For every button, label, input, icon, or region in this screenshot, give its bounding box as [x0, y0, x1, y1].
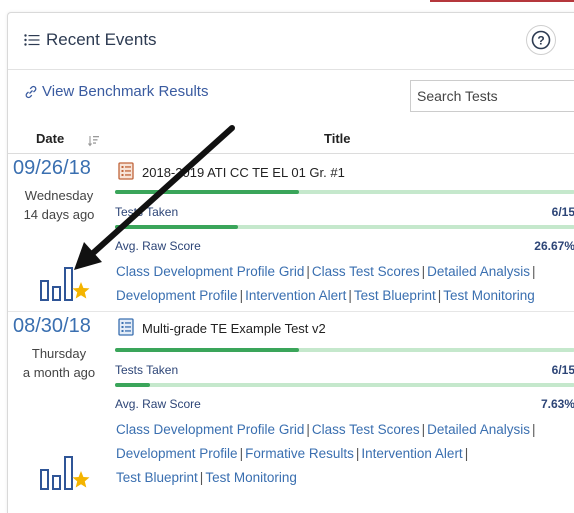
event-weekday: Wednesday: [24, 188, 94, 203]
tests-taken-bar-fill: [115, 348, 299, 352]
tests-taken-value: 6/15: [551, 363, 574, 377]
event-relative-time: 14 days ago: [23, 207, 95, 222]
tests-taken-value: 6/15: [551, 205, 574, 219]
benchmark-star-icon[interactable]: [40, 454, 92, 497]
recent-events-panel: Recent Events ? View Benchmark Results D…: [7, 12, 574, 513]
report-link[interactable]: Development Profile: [116, 288, 238, 303]
report-link[interactable]: Test Monitoring: [443, 288, 535, 303]
report-link[interactable]: Intervention Alert: [361, 446, 462, 461]
report-links: Class Development Profile Grid | Class Tes…: [116, 264, 536, 303]
question-icon: ?: [531, 30, 551, 50]
tests-taken-label: Tests Taken: [115, 363, 179, 377]
avg-score-bar-fill: [115, 225, 238, 229]
link-icon: [25, 85, 37, 98]
report-links: Class Development Profile Grid | Class Tes…: [116, 422, 536, 485]
event-date: 09/26/18: [13, 157, 91, 179]
report-link[interactable]: Test Monitoring: [205, 470, 297, 485]
top-accent-line: [430, 0, 574, 2]
avg-score-bar: [115, 383, 574, 387]
report-link[interactable]: Detailed Analysis: [427, 264, 530, 279]
report-link[interactable]: Class Development Profile Grid: [116, 264, 304, 279]
test-document-icon: [118, 162, 134, 183]
report-link[interactable]: Detailed Analysis: [427, 422, 530, 437]
avg-score-bar: [115, 225, 574, 229]
benchmark-star-icon[interactable]: [40, 265, 92, 308]
tests-taken-bar-fill: [115, 190, 299, 194]
row-divider: [8, 311, 574, 312]
test-title-text: 2018-2019 ATI CC TE EL 01 Gr. #1: [142, 165, 345, 180]
sort-descending-icon[interactable]: [88, 134, 100, 152]
svg-text:?: ?: [537, 34, 544, 48]
view-benchmark-label: View Benchmark Results: [42, 83, 209, 100]
report-link[interactable]: Formative Results: [245, 446, 354, 461]
header-row-divider: [8, 153, 574, 154]
report-link[interactable]: Test Blueprint: [354, 288, 436, 303]
test-title[interactable]: 2018-2019 ATI CC TE EL 01 Gr. #1: [118, 162, 345, 183]
test-document-icon: [118, 318, 134, 339]
test-title[interactable]: Multi-grade TE Example Test v2: [118, 318, 326, 339]
report-link[interactable]: Intervention Alert: [245, 288, 346, 303]
panel-header: Recent Events: [24, 30, 157, 50]
event-weekday: Thursday: [31, 346, 87, 361]
avg-score-value: 7.63%: [540, 397, 574, 411]
list-icon: [24, 34, 40, 46]
tests-taken-label: Tests Taken: [115, 205, 179, 219]
report-link[interactable]: Test Blueprint: [116, 470, 198, 485]
search-tests-input[interactable]: [410, 80, 574, 112]
date-column-header[interactable]: Date: [36, 131, 64, 146]
avg-score-label: Avg. Raw Score: [115, 239, 201, 253]
report-link[interactable]: Class Test Scores: [312, 264, 420, 279]
help-button[interactable]: ?: [526, 25, 556, 55]
view-benchmark-link[interactable]: View Benchmark Results: [24, 83, 208, 100]
avg-score-value: 26.67%: [534, 239, 574, 253]
event-relative-time: a month ago: [22, 365, 96, 380]
avg-score-label: Avg. Raw Score: [115, 397, 201, 411]
tests-taken-bar: [115, 190, 574, 194]
event-date: 08/30/18: [13, 315, 91, 337]
panel-title: Recent Events: [46, 30, 157, 49]
header-divider: [8, 69, 574, 70]
report-link[interactable]: Development Profile: [116, 446, 238, 461]
avg-score-bar-fill: [115, 383, 151, 387]
report-link[interactable]: Class Development Profile Grid: [116, 422, 304, 437]
title-column-header: Title: [324, 131, 351, 146]
tests-taken-bar: [115, 348, 574, 352]
test-title-text: Multi-grade TE Example Test v2: [142, 321, 326, 336]
report-link[interactable]: Class Test Scores: [312, 422, 420, 437]
